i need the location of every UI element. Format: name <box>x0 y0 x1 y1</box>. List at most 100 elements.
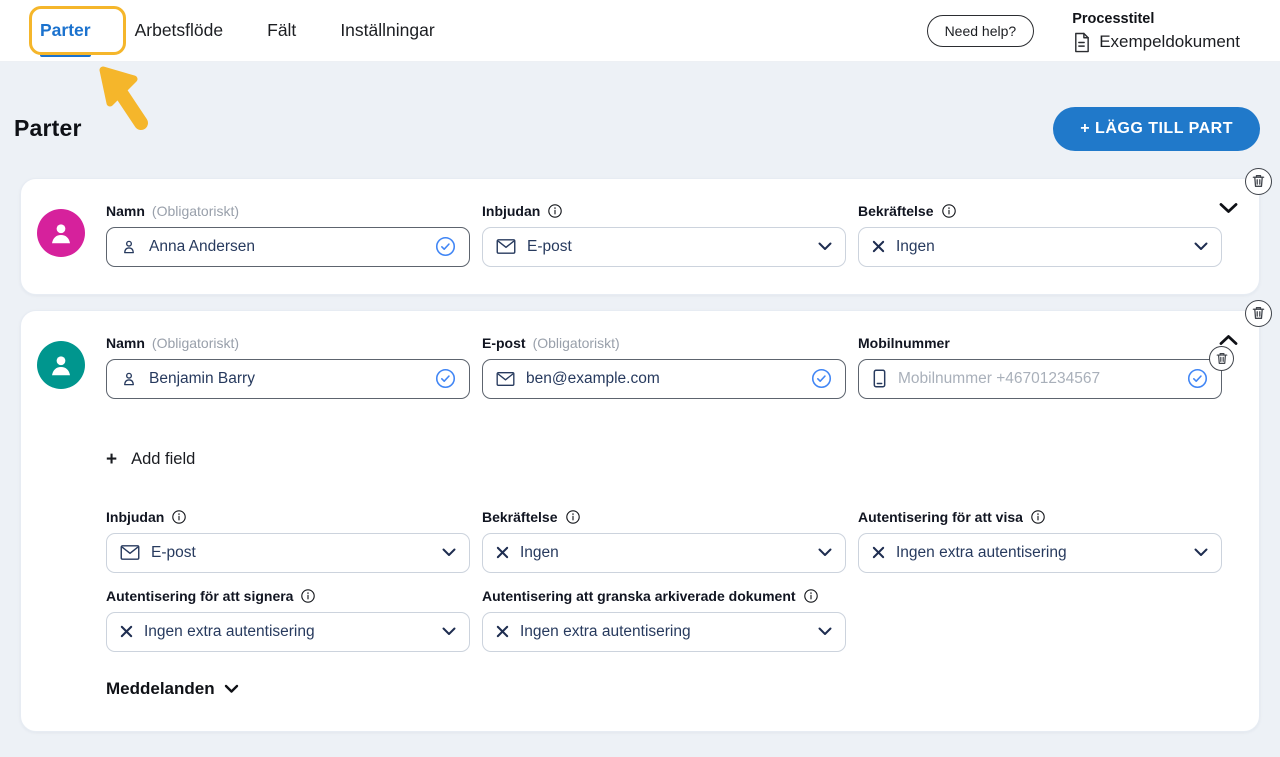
tab-parter[interactable]: Parter <box>40 16 91 45</box>
tab-arbetsflode-label: Arbetsflöde <box>135 20 224 40</box>
confirmation-label-text: Bekräftelse <box>858 203 934 219</box>
auth-archive-field-group: Autentisering att granska arkiverade dok… <box>482 588 846 652</box>
envelope-icon <box>120 544 140 561</box>
invitation-label-text: Inbjudan <box>482 203 540 219</box>
name-label: Namn (Obligatoriskt) <box>106 203 470 219</box>
chevron-down-icon <box>1194 242 1208 251</box>
name-label: Namn (Obligatoriskt) <box>106 335 470 351</box>
auth-archive-value: Ingen extra autentisering <box>520 623 807 641</box>
name-field-group: Namn (Obligatoriskt) <box>106 335 470 399</box>
person-icon <box>120 238 138 256</box>
page-title: Parter <box>14 115 82 142</box>
add-field-label: Add field <box>131 450 195 469</box>
party-summary-row: Namn (Obligatoriskt) <box>21 179 1259 294</box>
confirmation-label-text: Bekräftelse <box>482 509 558 525</box>
mobile-input-wrap <box>858 359 1222 399</box>
cross-icon <box>872 240 885 253</box>
empty-grid-cell <box>858 588 1222 652</box>
info-icon[interactable] <box>565 509 581 525</box>
email-input[interactable] <box>526 370 800 388</box>
info-icon[interactable] <box>941 203 957 219</box>
auth-sign-field-group: Autentisering för att signera Ingen extr… <box>106 588 470 652</box>
mobile-input[interactable] <box>898 370 1176 388</box>
auth-view-label-text: Autentisering för att visa <box>858 509 1023 525</box>
invitation-field-group: Inbjudan E-post <box>106 509 470 573</box>
tab-falt[interactable]: Fält <box>267 16 296 45</box>
add-party-button[interactable]: + LÄGG TILL PART <box>1053 107 1260 151</box>
top-navigation-bar: Parter Arbetsflöde Fält Inställningar Ne… <box>0 0 1280 62</box>
active-tab-underline <box>40 53 91 57</box>
mobile-phone-icon <box>872 369 887 388</box>
tab-arbetsflode[interactable]: Arbetsflöde <box>135 16 224 45</box>
info-icon[interactable] <box>803 588 819 604</box>
valid-check-icon <box>1187 368 1208 389</box>
cross-icon <box>496 546 509 559</box>
mobile-field-group: Mobilnummer <box>858 335 1222 399</box>
chevron-down-icon <box>1194 548 1208 557</box>
info-icon[interactable] <box>1030 509 1046 525</box>
add-field-button[interactable]: + Add field <box>106 450 195 469</box>
need-help-button[interactable]: Need help? <box>927 15 1035 47</box>
email-label: E-post (Obligatoriskt) <box>482 335 846 351</box>
party-avatar <box>37 341 85 389</box>
invitation-select[interactable]: E-post <box>106 533 470 573</box>
confirmation-label: Bekräftelse <box>858 203 1222 219</box>
delete-party-button[interactable] <box>1245 300 1272 327</box>
tab-installningar-label: Inställningar <box>340 20 434 40</box>
email-label-text: E-post <box>482 335 526 351</box>
name-input-wrapper <box>106 359 470 399</box>
auth-archive-select[interactable]: Ingen extra autentisering <box>482 612 846 652</box>
messages-toggle[interactable]: Meddelanden <box>106 679 239 699</box>
remove-mobile-field-button[interactable] <box>1209 346 1234 371</box>
auth-sign-select[interactable]: Ingen extra autentisering <box>106 612 470 652</box>
confirmation-value: Ingen <box>896 238 1183 256</box>
expand-party-chevron-down-icon[interactable] <box>1217 200 1240 216</box>
name-input[interactable] <box>149 370 424 388</box>
auth-sign-value: Ingen extra autentisering <box>144 623 431 641</box>
invitation-label-text: Inbjudan <box>106 509 164 525</box>
mobile-input-wrapper <box>858 359 1222 399</box>
process-title-text: Exempeldokument <box>1099 32 1240 52</box>
mobile-label: Mobilnummer <box>858 335 1222 351</box>
process-document: Exempeldokument <box>1072 32 1240 53</box>
required-hint: (Obligatoriskt) <box>533 335 620 351</box>
auth-archive-label: Autentisering att granska arkiverade dok… <box>482 588 846 604</box>
party-card-anna: Namn (Obligatoriskt) <box>20 178 1260 295</box>
topbar-right: Need help? Processtitel Exempeldokument <box>927 9 1240 53</box>
tab-installningar[interactable]: Inställningar <box>340 16 434 45</box>
valid-check-icon <box>435 236 456 257</box>
info-icon[interactable] <box>171 509 187 525</box>
name-input[interactable] <box>149 238 424 256</box>
cross-icon <box>872 546 885 559</box>
email-field-group: E-post (Obligatoriskt) <box>482 335 846 399</box>
auth-sign-label: Autentisering för att signera <box>106 588 470 604</box>
info-icon[interactable] <box>547 203 563 219</box>
delete-party-button[interactable] <box>1245 168 1272 195</box>
auth-archive-label-text: Autentisering att granska arkiverade dok… <box>482 588 796 604</box>
auth-view-select[interactable]: Ingen extra autentisering <box>858 533 1222 573</box>
confirmation-label: Bekräftelse <box>482 509 846 525</box>
confirmation-field-group: Bekräftelse Ingen <box>858 203 1222 267</box>
confirmation-value: Ingen <box>520 544 807 562</box>
email-input-wrapper <box>482 359 846 399</box>
party-card-benjamin: Namn (Obligatoriskt) <box>20 310 1260 732</box>
chevron-down-icon <box>442 548 456 557</box>
info-icon[interactable] <box>300 588 316 604</box>
invitation-select[interactable]: E-post <box>482 227 846 267</box>
process-title-label: Processtitel <box>1072 11 1240 27</box>
confirmation-select[interactable]: Ingen <box>482 533 846 573</box>
envelope-icon <box>496 238 516 255</box>
confirmation-select[interactable]: Ingen <box>858 227 1222 267</box>
envelope-icon <box>496 371 515 387</box>
name-label-text: Namn <box>106 203 145 219</box>
auth-view-value: Ingen extra autentisering <box>896 544 1183 562</box>
chevron-down-icon <box>818 627 832 636</box>
party-avatar <box>37 209 85 257</box>
cross-icon <box>120 625 133 638</box>
messages-label: Meddelanden <box>106 679 215 699</box>
settings-grid-row-1: Inbjudan E-post <box>106 509 1222 573</box>
auth-sign-label-text: Autentisering för att signera <box>106 588 293 604</box>
invitation-value: E-post <box>151 544 431 562</box>
chevron-down-icon <box>818 548 832 557</box>
chevron-down-icon <box>442 627 456 636</box>
